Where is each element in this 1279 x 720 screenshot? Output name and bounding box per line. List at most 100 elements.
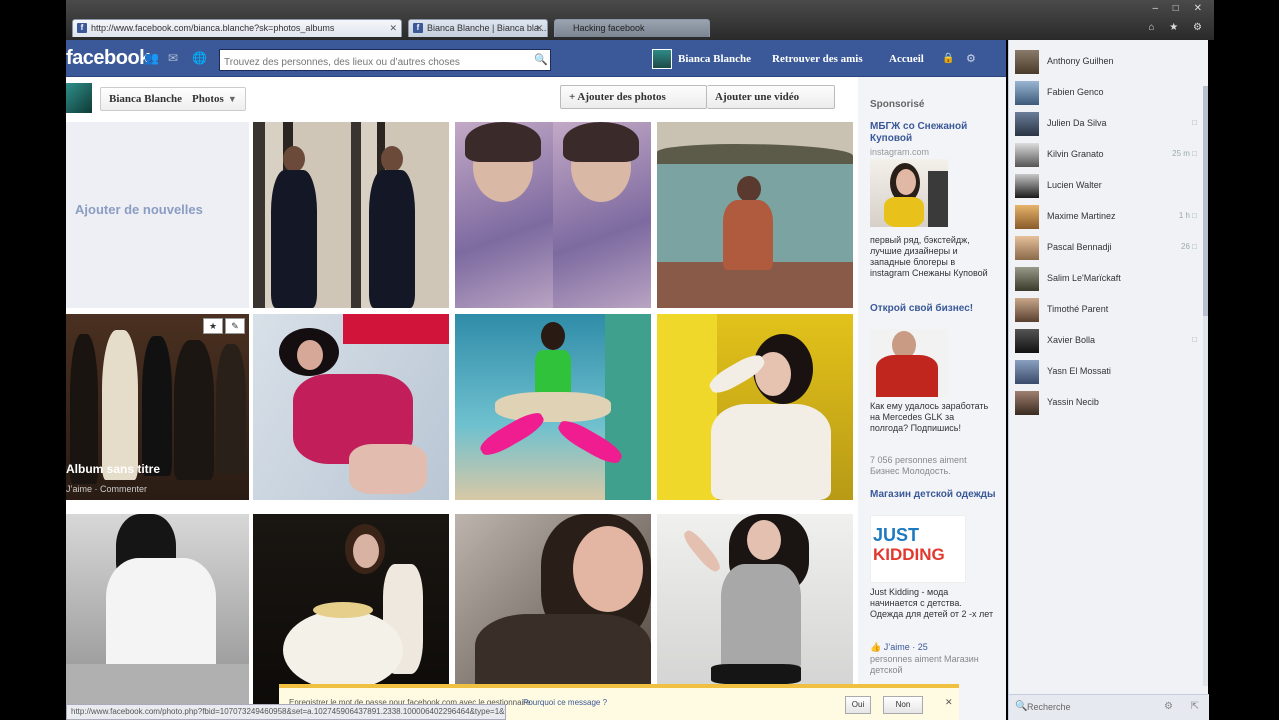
ad-2-image[interactable] bbox=[870, 329, 948, 397]
ad-3-likes: personnes aiment Магазин детской bbox=[870, 654, 979, 675]
messages-icon[interactable]: ✉ bbox=[168, 52, 182, 65]
ad-1-text[interactable]: первый ряд, бэкстейдж, лучшие дизайнеры … bbox=[870, 235, 994, 279]
album-thumbnail[interactable]: ★ ✎ Album sans titre J’aime · Commenter bbox=[66, 314, 249, 500]
avatar bbox=[1015, 267, 1039, 291]
sponsored-title: Sponsorisé bbox=[870, 99, 925, 110]
notification-link[interactable]: Pourquoi ce message ? bbox=[523, 698, 607, 707]
breadcrumb[interactable]: Bianca Blanche Photos ▼ bbox=[100, 87, 246, 111]
chat-scrollbar-thumb[interactable] bbox=[1203, 86, 1208, 316]
chat-friend[interactable]: Julien Da Silva □ bbox=[1013, 110, 1203, 138]
chat-friend[interactable]: Timothé Parent bbox=[1013, 296, 1203, 324]
photo-thumbnail[interactable] bbox=[253, 122, 449, 308]
main-content: Bianca Blanche Photos ▼ + Ajouter des phot… bbox=[66, 77, 858, 720]
just-kidding-logo-line1: JUST bbox=[873, 525, 920, 545]
ad-2-likes: 7 056 personnes aiment Бизнес Молодость. bbox=[870, 455, 967, 476]
facebook-favicon-icon: f bbox=[413, 23, 423, 33]
ad-3-text[interactable]: Just Kidding - мода начинается с детства… bbox=[870, 587, 994, 620]
search-icon[interactable]: 🔍 bbox=[534, 53, 548, 66]
album-actions[interactable]: J’aime · Commenter bbox=[66, 484, 147, 494]
photo-thumbnail[interactable] bbox=[657, 314, 853, 500]
album-title[interactable]: Album sans titre bbox=[66, 462, 160, 476]
breadcrumb-section[interactable]: Photos bbox=[192, 93, 224, 105]
breadcrumb-name[interactable]: Bianca Blanche bbox=[109, 93, 182, 105]
chat-search-bar[interactable]: 🔍 Recherche ⚙ ⇱ bbox=[1009, 694, 1209, 720]
avatar bbox=[1015, 360, 1039, 384]
gear-icon[interactable]: ⚙ bbox=[1164, 701, 1173, 712]
just-kidding-logo-line2: KIDDING bbox=[873, 545, 945, 564]
gear-icon[interactable]: ⚙ bbox=[966, 52, 976, 65]
facebook-top-bar: facebook 👥 ✉ 🌐 🔍 Bianca Blanche Retrouve… bbox=[66, 40, 1006, 77]
avatar bbox=[1015, 236, 1039, 260]
chevron-down-icon[interactable]: ▼ bbox=[228, 94, 237, 104]
nav-home[interactable]: Accueil bbox=[889, 53, 924, 65]
chat-friend[interactable]: Anthony Guilhen bbox=[1013, 48, 1203, 76]
album-tools: ★ ✎ bbox=[201, 318, 245, 334]
ad-3-like-link[interactable]: 👍 J’aime · 25 bbox=[870, 642, 928, 653]
profile-avatar[interactable] bbox=[66, 83, 92, 113]
avatar bbox=[1015, 329, 1039, 353]
chat-friend[interactable]: Lucien Walter bbox=[1013, 172, 1203, 200]
add-new-album-tile[interactable]: Ajouter de nouvelles bbox=[66, 122, 249, 308]
browser-top-bar: f http://www.facebook.com/bianca.blanche… bbox=[66, 0, 1214, 40]
search-icon: 🔍 bbox=[1015, 701, 1028, 712]
yes-button[interactable]: Oui bbox=[845, 696, 871, 714]
window-controls[interactable]: – □ ✕ bbox=[1152, 3, 1208, 14]
ad-3-headline[interactable]: Магазин детской одежды bbox=[870, 489, 998, 501]
ad-3-image[interactable]: JUST KIDDING bbox=[870, 515, 966, 583]
facebook-logo[interactable]: facebook bbox=[66, 47, 150, 70]
browser-tab-1[interactable]: f http://www.facebook.com/bianca.blanche… bbox=[72, 19, 402, 37]
nav-user-name[interactable]: Bianca Blanche bbox=[678, 53, 751, 65]
no-button[interactable]: Non bbox=[883, 696, 923, 714]
avatar[interactable] bbox=[652, 49, 672, 69]
screen: f http://www.facebook.com/bianca.blanche… bbox=[0, 0, 1279, 720]
friend-requests-icon[interactable]: 👥 bbox=[144, 52, 159, 65]
add-new-label: Ajouter de nouvelles bbox=[75, 202, 203, 217]
privacy-shortcuts-icon[interactable]: 🔒 bbox=[942, 53, 954, 64]
photo-thumbnail[interactable] bbox=[455, 122, 651, 308]
browser-toolbar-icons[interactable]: ⌂ ★ ⚙ bbox=[1148, 22, 1208, 33]
ad-2-headline[interactable]: Открой свой бизнес! bbox=[870, 303, 998, 315]
chat-friend[interactable]: Kilvin Granato 25 m □ bbox=[1013, 141, 1203, 169]
add-video-button[interactable]: Ajouter une vidéo bbox=[707, 85, 835, 109]
photo-thumbnail[interactable] bbox=[66, 514, 249, 720]
close-icon[interactable]: ✕ bbox=[535, 23, 543, 34]
add-photos-button[interactable]: + Ajouter des photos bbox=[560, 85, 707, 109]
photo-thumbnail[interactable] bbox=[253, 314, 449, 500]
ads-column: Sponsorisé МБГЖ со Снежаной Куповой inst… bbox=[858, 77, 1006, 720]
avatar bbox=[1015, 143, 1039, 167]
avatar bbox=[1015, 50, 1039, 74]
pencil-icon[interactable]: ✎ bbox=[225, 318, 245, 334]
tab-2-label: Bianca Blanche | Bianca bla... bbox=[427, 23, 547, 33]
ad-2-text[interactable]: Как ему удалось заработать на Mercedes G… bbox=[870, 401, 994, 434]
tab-1-label: http://www.facebook.com/bianca.blanche?s… bbox=[91, 23, 335, 33]
avatar bbox=[1015, 298, 1039, 322]
chat-friend[interactable]: Yassin Necib bbox=[1013, 389, 1203, 417]
chat-friend[interactable]: Maxime Martinez 1 h □ bbox=[1013, 203, 1203, 231]
nav-find-friends[interactable]: Retrouver des amis bbox=[772, 53, 863, 65]
page-header: Bianca Blanche Photos ▼ + Ajouter des phot… bbox=[66, 77, 858, 120]
browser-tab-2[interactable]: f Bianca Blanche | Bianca bla... ✕ bbox=[408, 19, 548, 37]
browser-status-bar: http://www.facebook.com/photo.php?fbid=1… bbox=[66, 704, 506, 720]
browser-tab-3[interactable]: Hacking facebook bbox=[554, 19, 710, 37]
search-input[interactable] bbox=[219, 49, 551, 71]
chat-friend[interactable]: Fabien Genco bbox=[1013, 79, 1203, 107]
chat-search-input[interactable]: Recherche bbox=[1027, 702, 1071, 712]
star-icon[interactable]: ★ bbox=[203, 318, 223, 334]
chat-friend[interactable]: Pascal Bennadji 26 □ bbox=[1013, 234, 1203, 262]
chat-friend[interactable]: Xavier Bolla □ bbox=[1013, 327, 1203, 355]
chat-friend[interactable]: Yasn El Mossati bbox=[1013, 358, 1203, 386]
popout-icon[interactable]: ⇱ bbox=[1191, 701, 1199, 712]
ad-1-headline[interactable]: МБГЖ со Снежаной Куповой bbox=[870, 121, 998, 145]
notifications-icon[interactable]: 🌐 bbox=[192, 52, 207, 65]
avatar bbox=[1015, 81, 1039, 105]
avatar bbox=[1015, 205, 1039, 229]
facebook-favicon-icon: f bbox=[77, 23, 87, 33]
photo-thumbnail[interactable] bbox=[657, 122, 853, 308]
ad-1-image[interactable] bbox=[870, 159, 948, 227]
close-icon[interactable]: ✕ bbox=[945, 697, 953, 708]
ad-1-source[interactable]: instagram.com bbox=[870, 147, 929, 157]
avatar bbox=[1015, 112, 1039, 136]
close-icon[interactable]: ✕ bbox=[389, 23, 397, 34]
chat-friend[interactable]: Salim Le'Marïckaft bbox=[1013, 265, 1203, 293]
photo-thumbnail[interactable] bbox=[455, 314, 651, 500]
